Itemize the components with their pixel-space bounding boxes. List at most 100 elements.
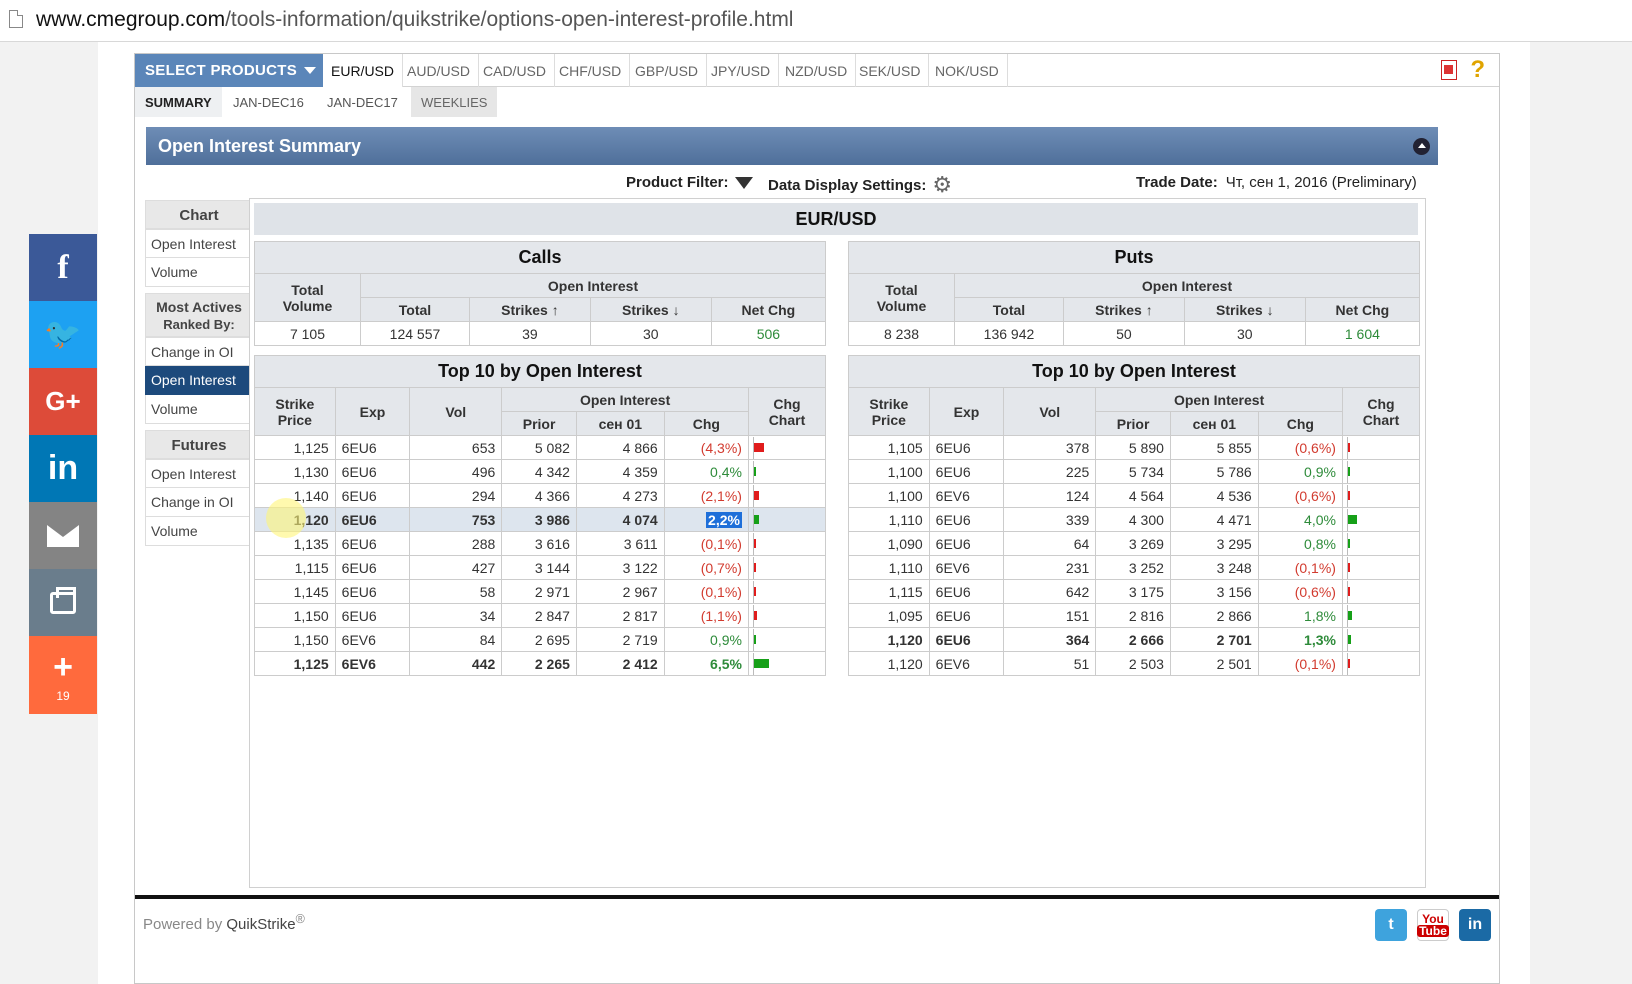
nav-futures-change-in-oi[interactable]: Change in OI (145, 488, 253, 517)
chg-bar (753, 539, 756, 548)
chg-bar (1347, 611, 1352, 620)
tab-summary[interactable]: SUMMARY (135, 87, 222, 117)
vol-cell-text: 84 (479, 631, 496, 648)
strike-cell-text: 1,090 (887, 535, 923, 552)
strike-cell-text: 1,125 (293, 655, 329, 672)
linkedin-icon[interactable]: in (1459, 909, 1491, 941)
prior-cell: 3 175 (1095, 579, 1171, 604)
table-row[interactable]: 1,115 6EU6 427 3 144 3 122 (0,7%) (254, 555, 827, 580)
table-row[interactable]: 1,150 6EV6 84 2 695 2 719 0,9% (254, 627, 827, 652)
product-tab-chfusd[interactable]: CHF/USD (551, 54, 631, 87)
table-row[interactable]: 1,120 6EV6 51 2 503 2 501 (0,1%) (848, 651, 1421, 676)
twitter-icon[interactable]: t (1375, 909, 1407, 941)
strike-header-line1: Strike (869, 395, 909, 412)
table-row[interactable]: 1,125 6EV6 442 2 265 2 412 6,5% (254, 651, 827, 676)
product-tab-nokusd[interactable]: NOK/USD (927, 54, 1008, 87)
puts-oi-total: 136 942 (954, 321, 1064, 346)
prior-cell: 4 300 (1095, 507, 1171, 532)
tab-jan-dec16[interactable]: JAN-DEC16 (223, 87, 314, 117)
linkedin-share-button[interactable]: in (29, 435, 97, 502)
chg-bar (1347, 635, 1351, 644)
more-share-button[interactable]: +19 (29, 636, 97, 714)
current-oi-cell-text: 4 471 (1216, 511, 1252, 528)
product-tab-jpyusd[interactable]: JPY/USD (703, 54, 780, 87)
strike-cell: 1,120 (848, 627, 930, 652)
funnel-icon[interactable] (734, 176, 753, 189)
table-row[interactable]: 1,150 6EU6 34 2 847 2 817 (1,1%) (254, 603, 827, 628)
table-row[interactable]: 1,115 6EU6 642 3 175 3 156 (0,6%) (848, 579, 1421, 604)
table-row[interactable]: 1,120 6EU6 753 3 986 4 074 2,2% (254, 507, 827, 532)
product-tab-nzdusd[interactable]: NZD/USD (777, 54, 857, 87)
product-tab-sekusd[interactable]: SEK/USD (851, 54, 930, 87)
open-interest-header: Open Interest (360, 273, 826, 298)
chg-cell: (4,3%) (663, 435, 749, 460)
prior-cell-text: 3 616 (534, 535, 570, 552)
table-row[interactable]: 1,125 6EU6 653 5 082 4 866 (4,3%) (254, 435, 827, 460)
product-tab-gbpusd[interactable]: GBP/USD (627, 54, 708, 87)
google-plus-share-button[interactable]: G+ (29, 368, 97, 435)
total-volume-header-line1: Total (291, 281, 324, 298)
nav-actives-volume[interactable]: Volume (145, 395, 253, 424)
browser-url-bar[interactable]: www.cmegroup.com/tools-information/quiks… (0, 0, 1632, 42)
vol-cell-text: 653 (471, 439, 496, 456)
tab-jan-dec17[interactable]: JAN-DEC17 (317, 87, 408, 117)
table-row[interactable]: 1,130 6EU6 496 4 342 4 359 0,4% (254, 459, 827, 484)
product-tab-audusd[interactable]: AUD/USD (399, 54, 480, 87)
nav-futures-open-interest[interactable]: Open Interest (145, 459, 253, 488)
nav-chart-open-interest[interactable]: Open Interest (145, 229, 253, 258)
youtube-icon[interactable]: You Tube (1417, 909, 1449, 941)
select-products-button[interactable]: SELECT PRODUCTS (135, 54, 331, 87)
calls-top10-table: Top 10 by Open Interest Strike Price Exp … (254, 355, 827, 676)
calls-total-volume: 7 105 (254, 321, 361, 346)
chg-chart-header: Chg Chart (747, 387, 827, 436)
strike-cell-text: 1,125 (293, 439, 329, 456)
pdf-icon[interactable] (1441, 60, 1457, 80)
help-icon[interactable]: ? (1470, 56, 1485, 84)
table-row[interactable]: 1,110 6EV6 231 3 252 3 248 (0,1%) (848, 555, 1421, 580)
table-row[interactable]: 1,145 6EU6 58 2 971 2 967 (0,1%) (254, 579, 827, 604)
vol-cell: 653 (409, 435, 503, 460)
product-tab-eurusd[interactable]: EUR/USD (323, 54, 404, 87)
facebook-share-button[interactable]: f (29, 234, 97, 301)
table-row[interactable]: 1,090 6EU6 64 3 269 3 295 0,8% (848, 531, 1421, 556)
url-text[interactable]: www.cmegroup.com/tools-information/quiks… (36, 8, 793, 32)
data-display-settings[interactable]: Data Display Settings: ⚙ (768, 174, 952, 196)
collapse-icon[interactable] (1413, 138, 1430, 155)
print-button[interactable] (29, 569, 97, 636)
strike-cell-text: 1,110 (888, 511, 923, 528)
table-row[interactable]: 1,095 6EU6 151 2 816 2 866 1,8% (848, 603, 1421, 628)
email-share-button[interactable] (29, 502, 97, 569)
tab-weeklies[interactable]: WEEKLIES (411, 87, 498, 117)
youtube-tube: Tube (1417, 924, 1449, 938)
table-row[interactable]: 1,135 6EU6 288 3 616 3 611 (0,1%) (254, 531, 827, 556)
exp-cell: 6EU6 (334, 507, 411, 532)
product-filter-label: Product Filter: (626, 174, 729, 191)
table-row[interactable]: 1,105 6EU6 378 5 890 5 855 (0,6%) (848, 435, 1421, 460)
strike-cell: 1,095 (848, 603, 930, 628)
current-oi-cell: 4 359 (575, 459, 665, 484)
gear-icon[interactable]: ⚙ (932, 174, 952, 196)
nav-actives-change-in-oi[interactable]: Change in OI (145, 337, 253, 366)
vol-cell-text: 231 (1065, 559, 1090, 576)
table-row[interactable]: 1,100 6EU6 225 5 734 5 786 0,9% (848, 459, 1421, 484)
product-tab-cadusd[interactable]: CAD/USD (475, 54, 556, 87)
chg-bar (753, 563, 756, 572)
table-row[interactable]: 1,110 6EU6 339 4 300 4 471 4,0% (848, 507, 1421, 532)
strike-header-line1: Strike (275, 395, 315, 412)
vol-cell: 151 (1003, 603, 1097, 628)
table-row[interactable]: 1,140 6EU6 294 4 366 4 273 (2,1%) (254, 483, 827, 508)
table-row[interactable]: 1,120 6EU6 364 2 666 2 701 1,3% (848, 627, 1421, 652)
chg-bar (1347, 563, 1350, 572)
prior-cell-text: 2 666 (1128, 631, 1164, 648)
nav-actives-open-interest[interactable]: Open Interest (145, 366, 253, 395)
quikstrike-brand[interactable]: QuikStrike (226, 916, 295, 933)
nav-futures-volume[interactable]: Volume (145, 517, 253, 546)
table-row[interactable]: 1,100 6EV6 124 4 564 4 536 (0,6%) (848, 483, 1421, 508)
twitter-share-button[interactable]: 🐦 (29, 301, 97, 368)
exp-cell-text: 6EV6 (935, 655, 970, 672)
chg-chart-cell (1341, 507, 1421, 532)
product-filter[interactable]: Product Filter: (626, 174, 753, 191)
caret-down-icon (304, 67, 317, 74)
current-oi-cell: 4 273 (575, 483, 665, 508)
nav-chart-volume[interactable]: Volume (145, 258, 253, 287)
